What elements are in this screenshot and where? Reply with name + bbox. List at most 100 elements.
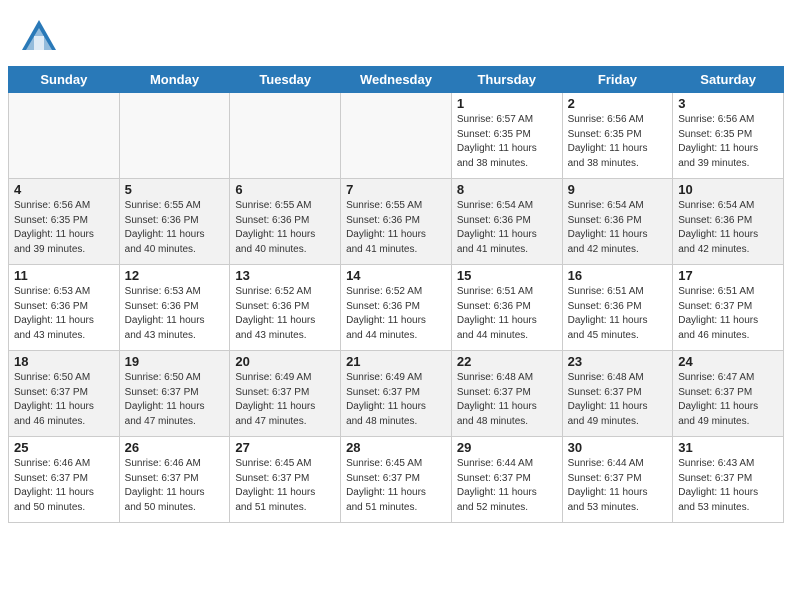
calendar-week-1: 1 Sunrise: 6:57 AMSunset: 6:35 PMDaylight…	[9, 93, 784, 179]
calendar-cell: 21Sunrise: 6:49 AMSunset: 6:37 PMDayligh…	[341, 351, 452, 437]
logo-icon	[18, 18, 60, 56]
cell-info: Sunrise: 6:50 AMSunset: 6:37 PMDaylight:…	[125, 371, 225, 429]
day-number: 3	[678, 96, 778, 111]
day-number: 19	[125, 354, 225, 369]
calendar-week-3: 11 Sunrise: 6:53 AMSunset: 6:36 PMDayligh…	[9, 265, 784, 351]
day-number: 15	[457, 268, 557, 283]
cell-info: Sunrise: 6:48 AMSunset: 6:37 PMDaylight:…	[457, 371, 557, 429]
cell-info: Sunrise: 6:54 AMSunset: 6:36 PMDaylight:…	[457, 199, 557, 257]
day-number: 31	[678, 440, 778, 455]
day-number: 25	[14, 440, 114, 455]
cell-info: Sunrise: 6:53 AMSunset: 6:36 PMDaylight:…	[14, 285, 114, 343]
calendar-cell: 5Sunrise: 6:55 AMSunset: 6:36 PMDaylight…	[119, 179, 230, 265]
calendar-week-2: 4 Sunrise: 6:56 AMSunset: 6:35 PMDaylight…	[9, 179, 784, 265]
cell-info: Sunrise: 6:44 AMSunset: 6:37 PMDaylight:…	[568, 457, 668, 515]
day-number: 20	[235, 354, 335, 369]
calendar-cell: 16 Sunrise: 6:51 AMSunset: 6:36 PMDayligh…	[562, 265, 673, 351]
day-number: 10	[678, 182, 778, 197]
cell-info: Sunrise: 6:43 AMSunset: 6:37 PMDaylight:…	[678, 457, 778, 515]
cell-info: Sunrise: 6:55 AMSunset: 6:36 PMDaylight:…	[346, 199, 446, 257]
calendar-cell: 24 Sunrise: 6:47 AMSunset: 6:37 PMDayligh…	[673, 351, 784, 437]
day-number: 2	[568, 96, 668, 111]
weekday-friday: Friday	[562, 67, 673, 93]
day-number: 30	[568, 440, 668, 455]
calendar-cell	[9, 93, 120, 179]
day-number: 8	[457, 182, 557, 197]
calendar-cell: 6 Sunrise: 6:55 AMSunset: 6:36 PMDaylight…	[230, 179, 341, 265]
weekday-sunday: Sunday	[9, 67, 120, 93]
calendar-cell: 4 Sunrise: 6:56 AMSunset: 6:35 PMDaylight…	[9, 179, 120, 265]
day-number: 7	[346, 182, 446, 197]
day-number: 24	[678, 354, 778, 369]
calendar-cell: 19 Sunrise: 6:50 AMSunset: 6:37 PMDayligh…	[119, 351, 230, 437]
calendar-cell: 15 Sunrise: 6:51 AMSunset: 6:36 PMDayligh…	[451, 265, 562, 351]
day-number: 6	[235, 182, 335, 197]
day-number: 18	[14, 354, 114, 369]
cell-info: Sunrise: 6:47 AMSunset: 6:37 PMDaylight:…	[678, 371, 778, 429]
day-number: 9	[568, 182, 668, 197]
cell-info: Sunrise: 6:52 AMSunset: 6:36 PMDaylight:…	[346, 285, 446, 343]
day-number: 11	[14, 268, 114, 283]
cell-info: Sunrise: 6:53 AMSunset: 6:36 PMDaylight:…	[125, 285, 225, 343]
cell-info: Sunrise: 6:51 AMSunset: 6:36 PMDaylight:…	[457, 285, 557, 343]
weekday-thursday: Thursday	[451, 67, 562, 93]
cell-info: Sunrise: 6:57 AMSunset: 6:35 PMDaylight:…	[457, 113, 557, 171]
cell-info: Sunrise: 6:48 AMSunset: 6:37 PMDaylight:…	[568, 371, 668, 429]
day-number: 22	[457, 354, 557, 369]
cell-info: Sunrise: 6:51 AMSunset: 6:37 PMDaylight:…	[678, 285, 778, 343]
cell-info: Sunrise: 6:51 AMSunset: 6:36 PMDaylight:…	[568, 285, 668, 343]
cell-info: Sunrise: 6:52 AMSunset: 6:36 PMDaylight:…	[235, 285, 335, 343]
cell-info: Sunrise: 6:46 AMSunset: 6:37 PMDaylight:…	[125, 457, 225, 515]
calendar-cell: 1 Sunrise: 6:57 AMSunset: 6:35 PMDaylight…	[451, 93, 562, 179]
cell-info: Sunrise: 6:56 AMSunset: 6:35 PMDaylight:…	[678, 113, 778, 171]
cell-info: Sunrise: 6:55 AMSunset: 6:36 PMDaylight:…	[235, 199, 335, 257]
cell-info: Sunrise: 6:50 AMSunset: 6:37 PMDaylight:…	[14, 371, 114, 429]
cell-info: Sunrise: 6:54 AMSunset: 6:36 PMDaylight:…	[678, 199, 778, 257]
calendar-cell: 9 Sunrise: 6:54 AMSunset: 6:36 PMDaylight…	[562, 179, 673, 265]
calendar-cell: 27Sunrise: 6:45 AMSunset: 6:37 PMDayligh…	[230, 437, 341, 523]
calendar-cell: 20 Sunrise: 6:49 AMSunset: 6:37 PMDayligh…	[230, 351, 341, 437]
day-number: 28	[346, 440, 446, 455]
cell-info: Sunrise: 6:45 AMSunset: 6:37 PMDaylight:…	[346, 457, 446, 515]
calendar-cell: 23 Sunrise: 6:48 AMSunset: 6:37 PMDayligh…	[562, 351, 673, 437]
day-number: 4	[14, 182, 114, 197]
cell-info: Sunrise: 6:46 AMSunset: 6:37 PMDaylight:…	[14, 457, 114, 515]
calendar-cell: 22 Sunrise: 6:48 AMSunset: 6:37 PMDayligh…	[451, 351, 562, 437]
weekday-saturday: Saturday	[673, 67, 784, 93]
calendar-cell: 10 Sunrise: 6:54 AMSunset: 6:36 PMDayligh…	[673, 179, 784, 265]
day-number: 14	[346, 268, 446, 283]
cell-info: Sunrise: 6:56 AMSunset: 6:35 PMDaylight:…	[14, 199, 114, 257]
calendar-cell: 28 Sunrise: 6:45 AMSunset: 6:37 PMDayligh…	[341, 437, 452, 523]
day-number: 5	[125, 182, 225, 197]
calendar-table: SundayMondayTuesdayWednesdayThursdayFrid…	[8, 66, 784, 523]
cell-info: Sunrise: 6:54 AMSunset: 6:36 PMDaylight:…	[568, 199, 668, 257]
cell-info: Sunrise: 6:44 AMSunset: 6:37 PMDaylight:…	[457, 457, 557, 515]
day-number: 29	[457, 440, 557, 455]
calendar-cell	[341, 93, 452, 179]
calendar-cell: 26 Sunrise: 6:46 AMSunset: 6:37 PMDayligh…	[119, 437, 230, 523]
weekday-tuesday: Tuesday	[230, 67, 341, 93]
logo	[18, 18, 62, 56]
day-number: 1	[457, 96, 557, 111]
calendar-week-5: 25 Sunrise: 6:46 AMSunset: 6:37 PMDayligh…	[9, 437, 784, 523]
calendar-cell	[230, 93, 341, 179]
calendar-cell: 14 Sunrise: 6:52 AMSunset: 6:36 PMDayligh…	[341, 265, 452, 351]
calendar-week-4: 18 Sunrise: 6:50 AMSunset: 6:37 PMDayligh…	[9, 351, 784, 437]
day-number: 26	[125, 440, 225, 455]
calendar-cell: 8 Sunrise: 6:54 AMSunset: 6:36 PMDaylight…	[451, 179, 562, 265]
day-number: 12	[125, 268, 225, 283]
calendar-cell: 3 Sunrise: 6:56 AMSunset: 6:35 PMDaylight…	[673, 93, 784, 179]
calendar-cell	[119, 93, 230, 179]
day-number: 23	[568, 354, 668, 369]
calendar-cell: 2 Sunrise: 6:56 AMSunset: 6:35 PMDaylight…	[562, 93, 673, 179]
cell-info: Sunrise: 6:49 AMSunset: 6:37 PMDaylight:…	[235, 371, 335, 429]
calendar-cell: 18 Sunrise: 6:50 AMSunset: 6:37 PMDayligh…	[9, 351, 120, 437]
calendar-cell: 12 Sunrise: 6:53 AMSunset: 6:36 PMDayligh…	[119, 265, 230, 351]
day-number: 16	[568, 268, 668, 283]
cell-info: Sunrise: 6:56 AMSunset: 6:35 PMDaylight:…	[568, 113, 668, 171]
weekday-header-row: SundayMondayTuesdayWednesdayThursdayFrid…	[9, 67, 784, 93]
day-number: 13	[235, 268, 335, 283]
day-number: 17	[678, 268, 778, 283]
calendar-cell: 31 Sunrise: 6:43 AMSunset: 6:37 PMDayligh…	[673, 437, 784, 523]
cell-info: Sunrise: 6:45 AMSunset: 6:37 PMDaylight:…	[235, 457, 335, 515]
